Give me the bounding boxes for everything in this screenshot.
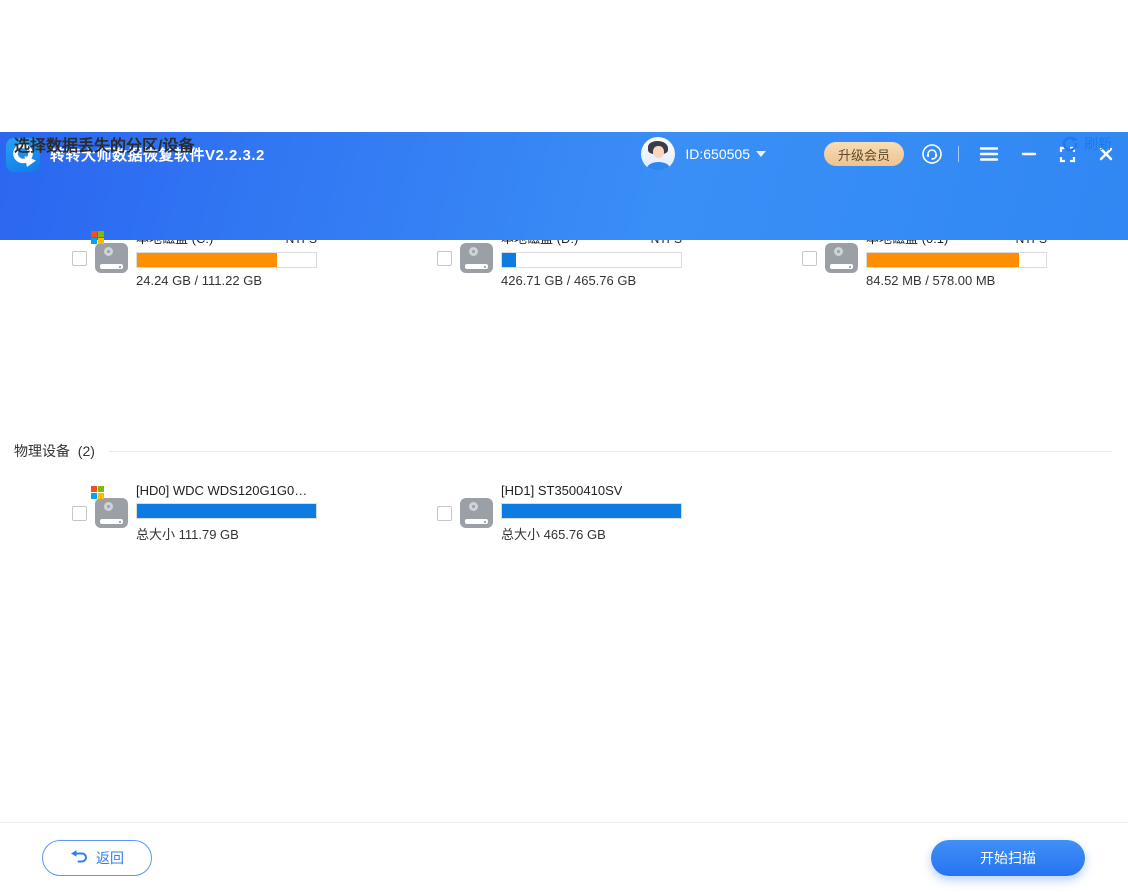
windows-logo-icon [91, 486, 104, 499]
capacity-label: 84.52 MB / 578.00 MB [866, 273, 1047, 288]
refresh-button[interactable]: 刷新 [1062, 134, 1112, 154]
windows-logo-icon [91, 231, 104, 244]
app-window: 转转大师数据恢复软件V2.2.3.2 ID:650505 升级会员 [0, 132, 1128, 892]
capacity-label: 24.24 GB / 111.22 GB [136, 273, 317, 288]
back-label: 返回 [96, 848, 124, 868]
avatar-shoulders [647, 162, 670, 171]
card-checkbox[interactable] [72, 251, 87, 266]
card-checkbox[interactable] [802, 251, 817, 266]
card-checkbox[interactable] [437, 506, 452, 521]
hard-drive-icon [460, 498, 493, 528]
refresh-label: 刷新 [1084, 134, 1112, 154]
page-title: 选择数据丢失的分区/设备 [14, 132, 194, 156]
back-arrow-icon [70, 850, 88, 865]
device-card-hd1[interactable]: [HD1] ST3500410SV 总大小 465.76 GB [437, 483, 682, 543]
device-name: [HD1] ST3500410SV [501, 483, 622, 498]
start-scan-button[interactable]: 开始扫描 [931, 840, 1085, 876]
device-name: [HD0] WDC WDS120G1G0A-0... [136, 483, 309, 498]
capacity-label: 总大小 111.79 GB [136, 524, 317, 543]
hard-drive-icon [95, 498, 128, 528]
hard-drive-icon [825, 243, 858, 273]
section-divider [109, 451, 1112, 452]
hard-drive-icon [460, 243, 493, 273]
card-checkbox[interactable] [72, 506, 87, 521]
usage-bar [501, 252, 682, 268]
device-list: [HD0] WDC WDS120G1G0A-0... 总大小 111.79 GB… [0, 483, 1128, 543]
usage-bar [866, 252, 1047, 268]
section-label: 物理设备 [14, 443, 70, 459]
section-header-devices: 物理设备 (2) [14, 441, 1112, 461]
usage-bar [501, 503, 682, 519]
back-button[interactable]: 返回 [42, 840, 152, 876]
section-count: (2) [78, 443, 95, 459]
usage-bar [136, 252, 317, 268]
hard-drive-icon [95, 243, 128, 273]
refresh-icon [1062, 136, 1078, 152]
usage-bar [136, 503, 317, 519]
capacity-label: 426.71 GB / 465.76 GB [501, 273, 682, 288]
footer-bar: 返回 开始扫描 [0, 822, 1128, 892]
capacity-label: 总大小 465.76 GB [501, 524, 682, 543]
device-card-hd0[interactable]: [HD0] WDC WDS120G1G0A-0... 总大小 111.79 GB [72, 483, 317, 543]
card-checkbox[interactable] [437, 251, 452, 266]
